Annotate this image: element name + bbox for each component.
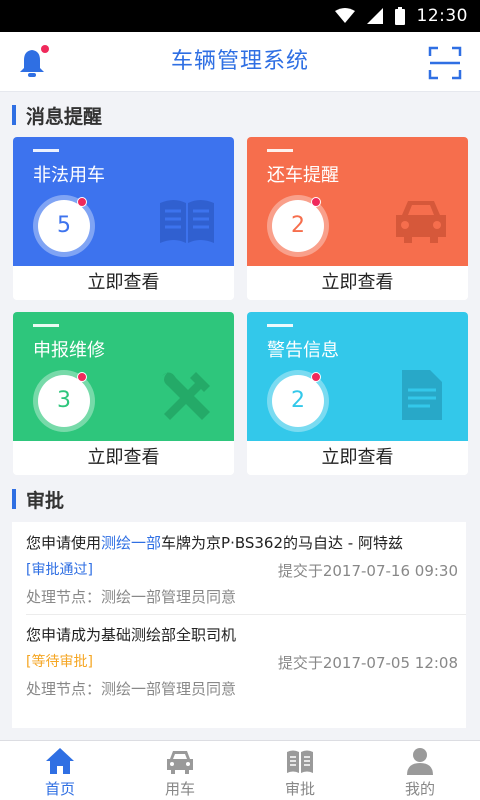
section-marker xyxy=(12,105,16,125)
messages-section-header: 消息提醒 xyxy=(12,103,103,128)
book-icon xyxy=(160,200,214,243)
card-return-reminder[interactable]: 还车提醒 2 立即查看 xyxy=(247,137,468,300)
card-warning-info[interactable]: 警告信息 2 立即查看 xyxy=(247,312,468,475)
person-icon xyxy=(407,748,433,775)
view-now-button[interactable]: 立即查看 xyxy=(247,441,468,475)
status-bar: 12:30 xyxy=(0,0,480,32)
battery-icon xyxy=(394,7,405,25)
count-value: 2 xyxy=(272,200,324,252)
approval-date: 提交于2017-07-16 09:30 xyxy=(277,562,458,580)
count-badge: 2 xyxy=(267,195,329,257)
unread-dot xyxy=(311,197,321,207)
unread-dot xyxy=(77,197,87,207)
signal-icon xyxy=(366,8,383,24)
approval-text: 车牌为京P·BS362的马自达 - 阿特兹 xyxy=(161,534,403,552)
tab-mine[interactable]: 我的 xyxy=(360,741,480,800)
approval-item[interactable]: 您申请成为基础测绘部全职司机 [等待审批] 提交于2017-07-05 12:0… xyxy=(12,614,466,706)
card-dash xyxy=(267,324,293,327)
count-value: 3 xyxy=(38,375,90,427)
book-icon xyxy=(287,750,313,773)
count-value: 5 xyxy=(38,200,90,252)
tab-label: 我的 xyxy=(404,780,435,798)
approval-status: [审批通过] xyxy=(26,562,93,578)
approval-date: 提交于2017-07-05 12:08 xyxy=(277,654,458,672)
approval-status: [等待审批] xyxy=(26,654,93,670)
count-badge: 2 xyxy=(267,370,329,432)
card-label: 警告信息 xyxy=(267,340,339,361)
approval-text: 您申请使用 xyxy=(26,534,102,552)
document-icon xyxy=(402,370,442,420)
messages-section-title: 消息提醒 xyxy=(26,105,103,128)
card-header: 申报维修 3 xyxy=(13,312,234,441)
unread-dot xyxy=(77,372,87,382)
card-illegal-use[interactable]: 非法用车 5 立即查看 xyxy=(13,137,234,300)
view-now-button[interactable]: 立即查看 xyxy=(13,266,234,300)
approval-section-header: 审批 xyxy=(12,487,65,512)
home-icon xyxy=(46,748,74,774)
tab-approval[interactable]: 审批 xyxy=(240,741,360,800)
tab-label: 用车 xyxy=(164,780,195,798)
scan-button[interactable] xyxy=(428,46,462,80)
card-label: 还车提醒 xyxy=(267,165,339,186)
tab-label: 审批 xyxy=(284,780,315,798)
tab-label: 首页 xyxy=(44,780,75,798)
tab-use-car[interactable]: 用车 xyxy=(120,741,240,800)
card-label: 非法用车 xyxy=(33,165,105,186)
page-title: 车辆管理系统 xyxy=(170,49,309,74)
card-dash xyxy=(33,149,59,152)
card-label: 申报维修 xyxy=(33,340,105,361)
approval-description: 您申请使用测绘一部车牌为京P·BS362的马自达 - 阿特兹 xyxy=(26,532,403,553)
approval-description: 您申请成为基础测绘部全职司机 xyxy=(26,624,236,645)
app-bar: 车辆管理系统 xyxy=(0,32,480,92)
view-now-button[interactable]: 立即查看 xyxy=(247,266,468,300)
card-dash xyxy=(267,149,293,152)
clock: 12:30 xyxy=(416,6,468,26)
tab-home[interactable]: 首页 xyxy=(0,741,120,800)
unread-dot xyxy=(311,372,321,382)
count-badge: 3 xyxy=(33,370,95,432)
card-header: 还车提醒 2 xyxy=(247,137,468,266)
tools-icon xyxy=(162,372,210,420)
wifi-icon xyxy=(334,8,355,23)
section-marker xyxy=(12,489,16,509)
scan-icon xyxy=(428,46,462,80)
card-header: 警告信息 2 xyxy=(247,312,468,441)
count-badge: 5 xyxy=(33,195,95,257)
approval-text: 您申请成为基础测绘部全职司机 xyxy=(26,626,237,644)
department-link[interactable]: 测绘一部 xyxy=(101,534,161,552)
approval-node: 处理节点：测绘一部管理员同意 xyxy=(26,588,237,606)
approval-list: 您申请使用测绘一部车牌为京P·BS362的马自达 - 阿特兹 [审批通过] 提交… xyxy=(12,522,466,728)
card-header: 非法用车 5 xyxy=(13,137,234,266)
view-now-button[interactable]: 立即查看 xyxy=(13,441,234,475)
approval-node: 处理节点：测绘一部管理员同意 xyxy=(26,680,237,698)
bottom-tab-bar: 首页 用车 审批 我的 xyxy=(0,740,480,800)
car-icon xyxy=(167,751,193,774)
approval-section-title: 审批 xyxy=(26,489,65,512)
car-icon xyxy=(396,201,446,243)
approval-item[interactable]: 您申请使用测绘一部车牌为京P·BS362的马自达 - 阿特兹 [审批通过] 提交… xyxy=(12,522,466,615)
count-value: 2 xyxy=(272,375,324,427)
card-repair-report[interactable]: 申报维修 3 立即查看 xyxy=(13,312,234,475)
card-dash xyxy=(33,324,59,327)
